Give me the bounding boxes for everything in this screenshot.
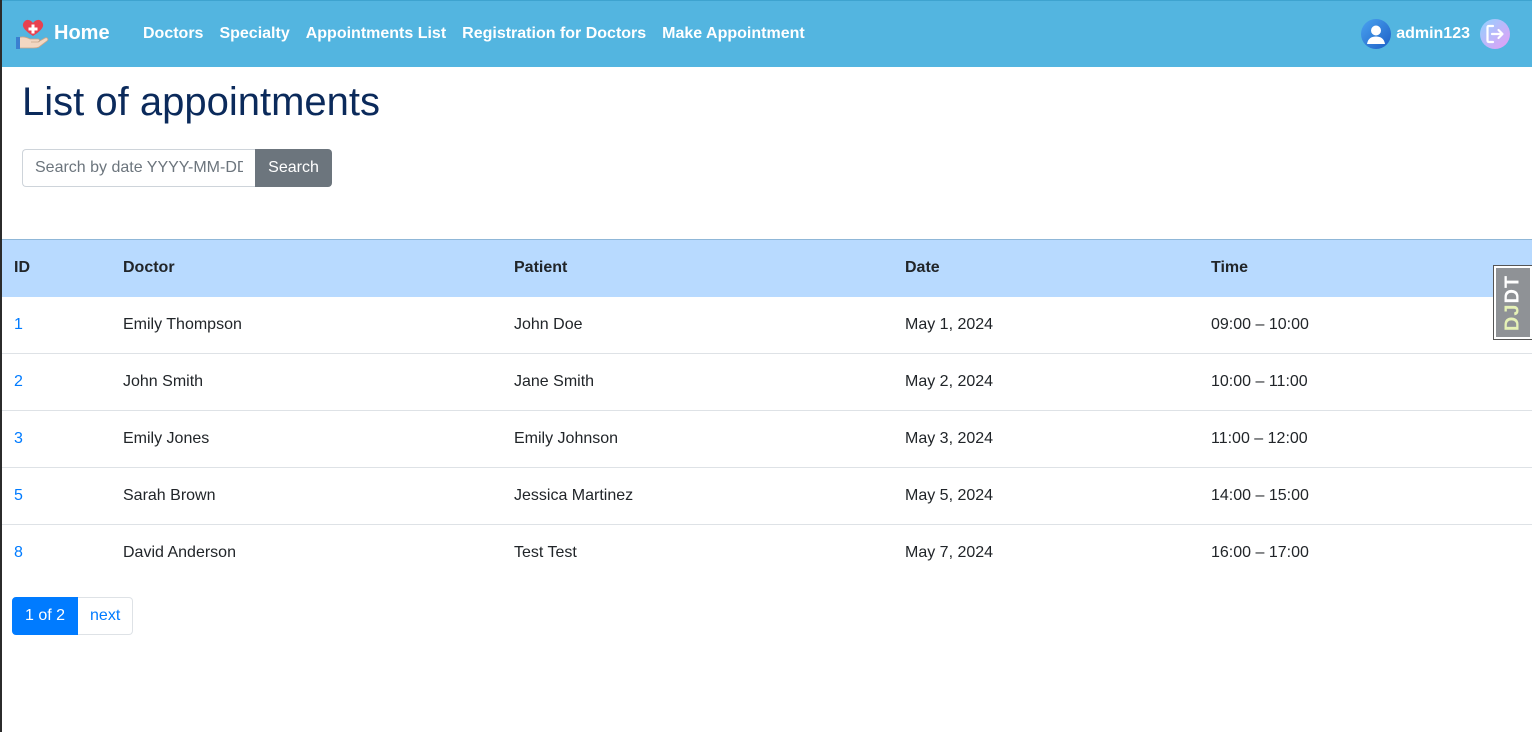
username-label[interactable]: admin123 [1396, 25, 1470, 43]
cell-doctor: David Anderson [123, 544, 236, 562]
nav-links: Doctors Specialty Appointments List Regi… [143, 1, 821, 67]
heart-in-hand-icon [16, 19, 49, 49]
nav-link-doctors[interactable]: Doctors [143, 25, 203, 43]
cell-patient: John Doe [502, 296, 893, 354]
cell-patient: Test Test [514, 544, 577, 562]
cell-id: 1 [2, 296, 111, 354]
debug-toolbar-handle[interactable]: DJDT [1493, 265, 1532, 340]
cell-id: 3 [2, 410, 111, 468]
debug-toolbar-label-suffix: DT [1501, 274, 1524, 304]
user-menu: admin123 [1361, 1, 1510, 67]
cell-time: 10:00 – 11:00 [1199, 353, 1532, 411]
column-header-id: ID [2, 239, 111, 297]
cell-patient: Emily Johnson [502, 410, 893, 468]
brand-label: Home [54, 21, 110, 44]
nav-link-registration-for-doctors[interactable]: Registration for Doctors [462, 25, 646, 43]
cell-time: 16:00 – 17:00 [1211, 544, 1309, 562]
cell-id: 2 [2, 353, 111, 411]
cell-doctor: Emily Jones [111, 410, 502, 468]
cell-date: May 3, 2024 [893, 410, 1199, 468]
table-row: 3 Emily Jones Emily Johnson May 3, 2024 … [2, 410, 1532, 468]
cell-time: 11:00 – 12:00 [1199, 410, 1532, 468]
appointments-table-container: ID Doctor Patient Date Time 1 Emily Thom… [2, 239, 1532, 582]
window-left-edge [0, 0, 2, 732]
pagination-next-link[interactable]: next [78, 597, 134, 635]
home-brand-link[interactable]: Home [16, 13, 110, 53]
column-header-patient: Patient [502, 239, 893, 297]
cell-doctor: John Smith [111, 353, 502, 411]
cell-date: May 7, 2024 [905, 544, 994, 562]
cell-patient: Jessica Martinez [502, 467, 893, 525]
table-row: 8 David Anderson Test Test May 7, 2024 1… [2, 525, 1532, 582]
cell-date: May 2, 2024 [893, 353, 1199, 411]
appointment-id-link[interactable]: 3 [14, 430, 23, 447]
cell-time: 09:00 – 10:00 [1199, 296, 1532, 354]
column-header-doctor: Doctor [111, 239, 502, 297]
table-row: 2 John Smith Jane Smith May 2, 2024 10:0… [2, 353, 1532, 411]
cell-patient: Jane Smith [502, 353, 893, 411]
cell-time: 14:00 – 15:00 [1199, 467, 1532, 525]
table-header-row: ID Doctor Patient Date Time [2, 239, 1532, 297]
debug-toolbar-label-prefix: DJ [1501, 303, 1524, 331]
pagination-current-page: 1 of 2 [12, 597, 79, 635]
column-header-time: Time [1199, 239, 1532, 297]
cell-date: May 1, 2024 [893, 296, 1199, 354]
debug-toolbar-label: DJDT [1502, 274, 1525, 330]
appointment-id-link[interactable]: 5 [14, 487, 23, 504]
nav-link-specialty[interactable]: Specialty [219, 25, 289, 43]
user-avatar-icon[interactable] [1361, 19, 1392, 49]
cell-id: 5 [2, 467, 111, 525]
table-row: 5 Sarah Brown Jessica Martinez May 5, 20… [2, 467, 1532, 525]
cell-date: May 5, 2024 [893, 467, 1199, 525]
cell-doctor: Sarah Brown [111, 467, 502, 525]
table-row: 1 Emily Thompson John Doe May 1, 2024 09… [2, 296, 1532, 354]
date-search-input[interactable] [22, 149, 255, 187]
nav-link-make-appointment[interactable]: Make Appointment [662, 25, 805, 43]
appointment-id-link[interactable]: 8 [14, 544, 23, 561]
logout-icon[interactable] [1480, 19, 1510, 49]
appointment-id-link[interactable]: 1 [14, 316, 23, 333]
date-search-form: Search [22, 149, 332, 187]
nav-link-appointments-list[interactable]: Appointments List [306, 25, 446, 43]
appointment-id-link[interactable]: 2 [14, 373, 23, 390]
page-title: List of appointments [22, 80, 380, 124]
top-navbar: Home Doctors Specialty Appointments List… [0, 0, 1532, 67]
search-button[interactable]: Search [255, 149, 332, 187]
pagination: 1 of 2 next [12, 597, 134, 635]
cell-doctor: Emily Thompson [111, 296, 502, 354]
cell-id: 8 [2, 525, 111, 582]
column-header-date: Date [893, 239, 1199, 297]
appointments-table: ID Doctor Patient Date Time 1 Emily Thom… [2, 239, 1532, 582]
